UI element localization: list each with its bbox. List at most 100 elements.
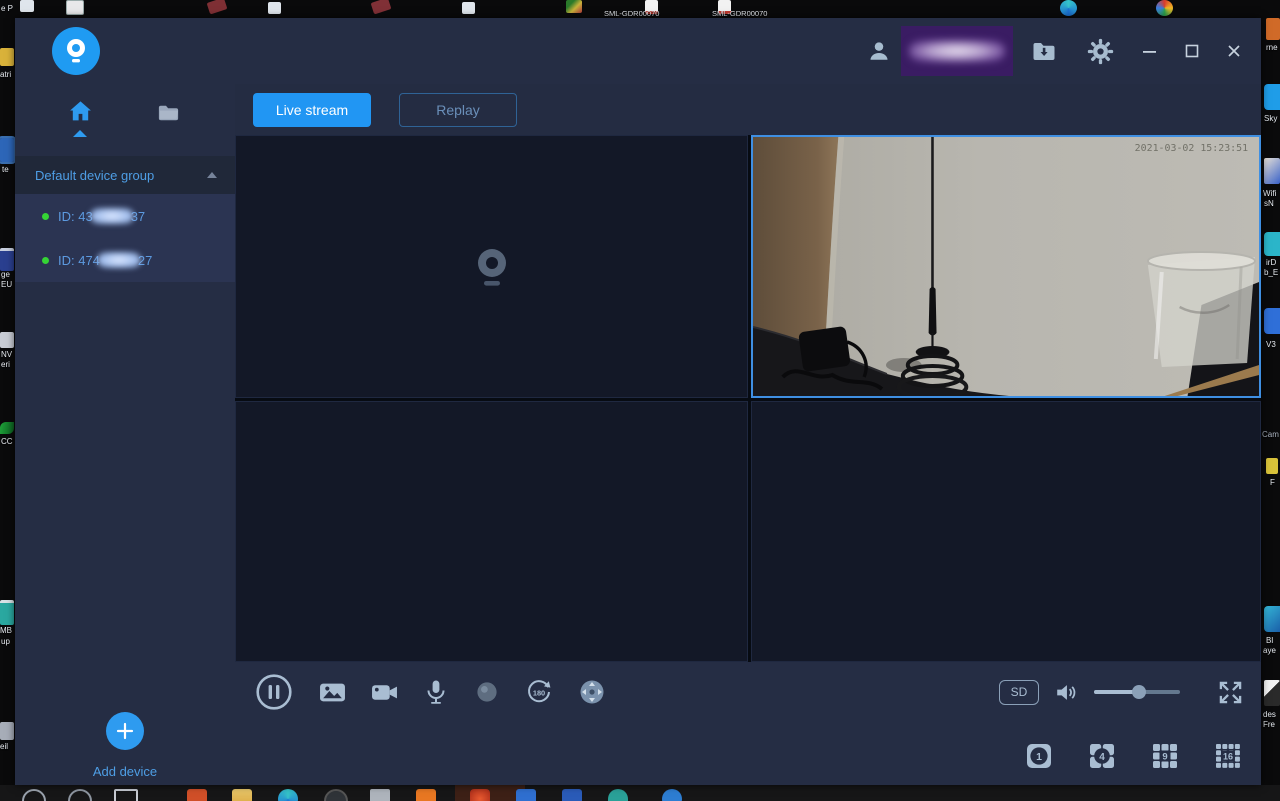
desktop-shortcut-icon (1266, 458, 1278, 474)
layout-16-button[interactable]: 16 (1213, 741, 1243, 771)
layout-16-label: 16 (1223, 752, 1233, 762)
desktop-shortcut-icon (206, 0, 228, 15)
video-cell-3-empty[interactable] (235, 401, 748, 662)
screen: { "colors": { "accent": "#2196f3", "pane… (0, 0, 1280, 801)
device-list-item[interactable]: ID: 474 27 (15, 238, 235, 282)
webcam-logo-icon (67, 39, 85, 63)
taskbar-app-icon[interactable] (608, 789, 628, 801)
sidebar-tabs (15, 84, 235, 156)
layout-9-button[interactable]: 9 (1150, 741, 1180, 771)
redacted-id-blur (89, 208, 134, 224)
plus-icon (116, 722, 134, 740)
ptz-control-button[interactable] (578, 678, 606, 706)
desktop-label-fragment: Bl (1266, 636, 1274, 645)
volume-speaker-icon[interactable] (1055, 681, 1078, 704)
volume-slider[interactable] (1094, 685, 1180, 699)
taskbar-explorer-icon[interactable] (232, 789, 252, 801)
desktop-label-fragment: Sky (1264, 114, 1278, 123)
device-groups-tab[interactable] (156, 100, 181, 125)
layout-4-label: 4 (1099, 752, 1105, 763)
taskbar-edge-icon[interactable] (278, 789, 298, 801)
layout-4-button[interactable]: 4 (1087, 741, 1117, 771)
desktop-file-label: SML-GDR00070 (712, 9, 768, 18)
taskbar-printer-icon[interactable] (370, 789, 390, 801)
device-id: ID: 43 37 (58, 208, 146, 224)
stream-mode-tabs: Live stream Replay (235, 84, 1261, 135)
taskbar-powerpoint-icon[interactable] (187, 789, 207, 801)
taskbar-app-icon[interactable] (324, 789, 348, 801)
video-cell-2-live-feed[interactable]: 2021-03-02 15:23:51 (751, 135, 1261, 398)
microphone-button[interactable] (423, 679, 449, 705)
device-list: ID: 43 37 ID: 474 27 (15, 194, 235, 282)
plastic-container (1146, 251, 1257, 367)
taskbar-app-icon[interactable] (516, 789, 536, 801)
download-folder-icon[interactable] (1031, 38, 1057, 64)
desktop-label-fragment: ge (1, 270, 10, 279)
pause-button[interactable] (254, 672, 294, 712)
desktop-label-fragment: atri (0, 70, 12, 79)
quality-selector-button[interactable]: SD (999, 679, 1039, 705)
device-list-item[interactable]: ID: 43 37 (15, 194, 235, 238)
webcam-placeholder-icon (477, 248, 506, 286)
skype-icon (1264, 84, 1280, 110)
device-id: ID: 474 27 (58, 252, 153, 268)
online-status-dot (42, 256, 49, 264)
desktop-label-fragment: NV (1, 350, 13, 359)
desktop-file-label: SML-GDR00070 (604, 9, 660, 18)
desktop-shortcut-icon (462, 2, 475, 14)
desktop-shortcut-icon (268, 2, 281, 14)
desktop-label-fragment: sN (1264, 199, 1274, 208)
video-cell-1[interactable] (235, 135, 748, 398)
video-cell-4-empty[interactable] (751, 401, 1261, 662)
edge-browser-icon (1060, 0, 1077, 16)
chrome-browser-icon (1156, 0, 1173, 16)
add-device-button[interactable] (106, 712, 144, 750)
taskbar-app-icon[interactable] (662, 789, 682, 801)
rotate-180-button[interactable]: 180 (525, 678, 553, 706)
device-group-header[interactable]: Default device group (15, 156, 235, 194)
desktop-label-fragment: eil (0, 742, 9, 751)
home-icon (70, 101, 91, 121)
taskbar-search-icon[interactable] (22, 789, 46, 801)
settings-gear-icon[interactable] (1087, 38, 1114, 65)
active-tab-indicator (73, 130, 87, 137)
taskbar-taskview-icon[interactable] (114, 789, 138, 801)
video-grid: 2021-03-02 15:23:51 (235, 135, 1261, 662)
record-video-button[interactable] (371, 679, 398, 706)
layout-1-label: 1 (1036, 751, 1042, 763)
device-group-label: Default device group (35, 167, 155, 183)
desktop-label-fragment: MB (0, 626, 12, 635)
minimize-button[interactable] (1142, 44, 1157, 59)
desktop-shortcut-icon (1266, 18, 1280, 40)
taskbar-word-icon[interactable] (562, 789, 582, 801)
add-device: Add device (15, 712, 235, 779)
replay-tab[interactable]: Replay (399, 92, 517, 127)
layout-1-button[interactable]: 1 (1024, 741, 1054, 771)
account-name-redacted (901, 26, 1013, 76)
user-account-icon[interactable] (867, 39, 891, 63)
desktop-shortcut-icon (66, 0, 84, 15)
desktop-label-fragment: irD (1266, 258, 1277, 267)
desktop-label-fragment: F (1270, 478, 1275, 487)
desktop-shortcut-icon (1264, 158, 1280, 184)
close-button[interactable] (1227, 44, 1241, 58)
camera-app-window: Default device group ID: 43 37 ID: 474 27 … (15, 18, 1261, 785)
sidebar: Default device group ID: 43 37 ID: 474 27 … (15, 84, 235, 785)
speaker-toggle-disabled[interactable] (474, 679, 500, 705)
titlebar (15, 18, 1261, 85)
online-status-dot (42, 212, 49, 220)
selected-shortcut-icon (0, 136, 16, 164)
taskbar-active-app-icon[interactable] (470, 789, 490, 801)
app-logo (52, 27, 100, 75)
volume-thumb[interactable] (1131, 685, 1146, 699)
home-tab[interactable] (67, 98, 94, 125)
desktop-label-fragment: Cam (1262, 430, 1279, 439)
desktop-shortcut-icon (370, 0, 392, 15)
taskbar-app-icon[interactable] (416, 789, 436, 801)
fullscreen-button[interactable] (1218, 680, 1243, 705)
folder-icon (0, 48, 14, 66)
taskbar-cortana-icon[interactable] (68, 789, 92, 801)
maximize-button[interactable] (1185, 44, 1199, 58)
snapshot-button[interactable] (319, 679, 346, 706)
live-stream-tab[interactable]: Live stream (253, 92, 371, 127)
